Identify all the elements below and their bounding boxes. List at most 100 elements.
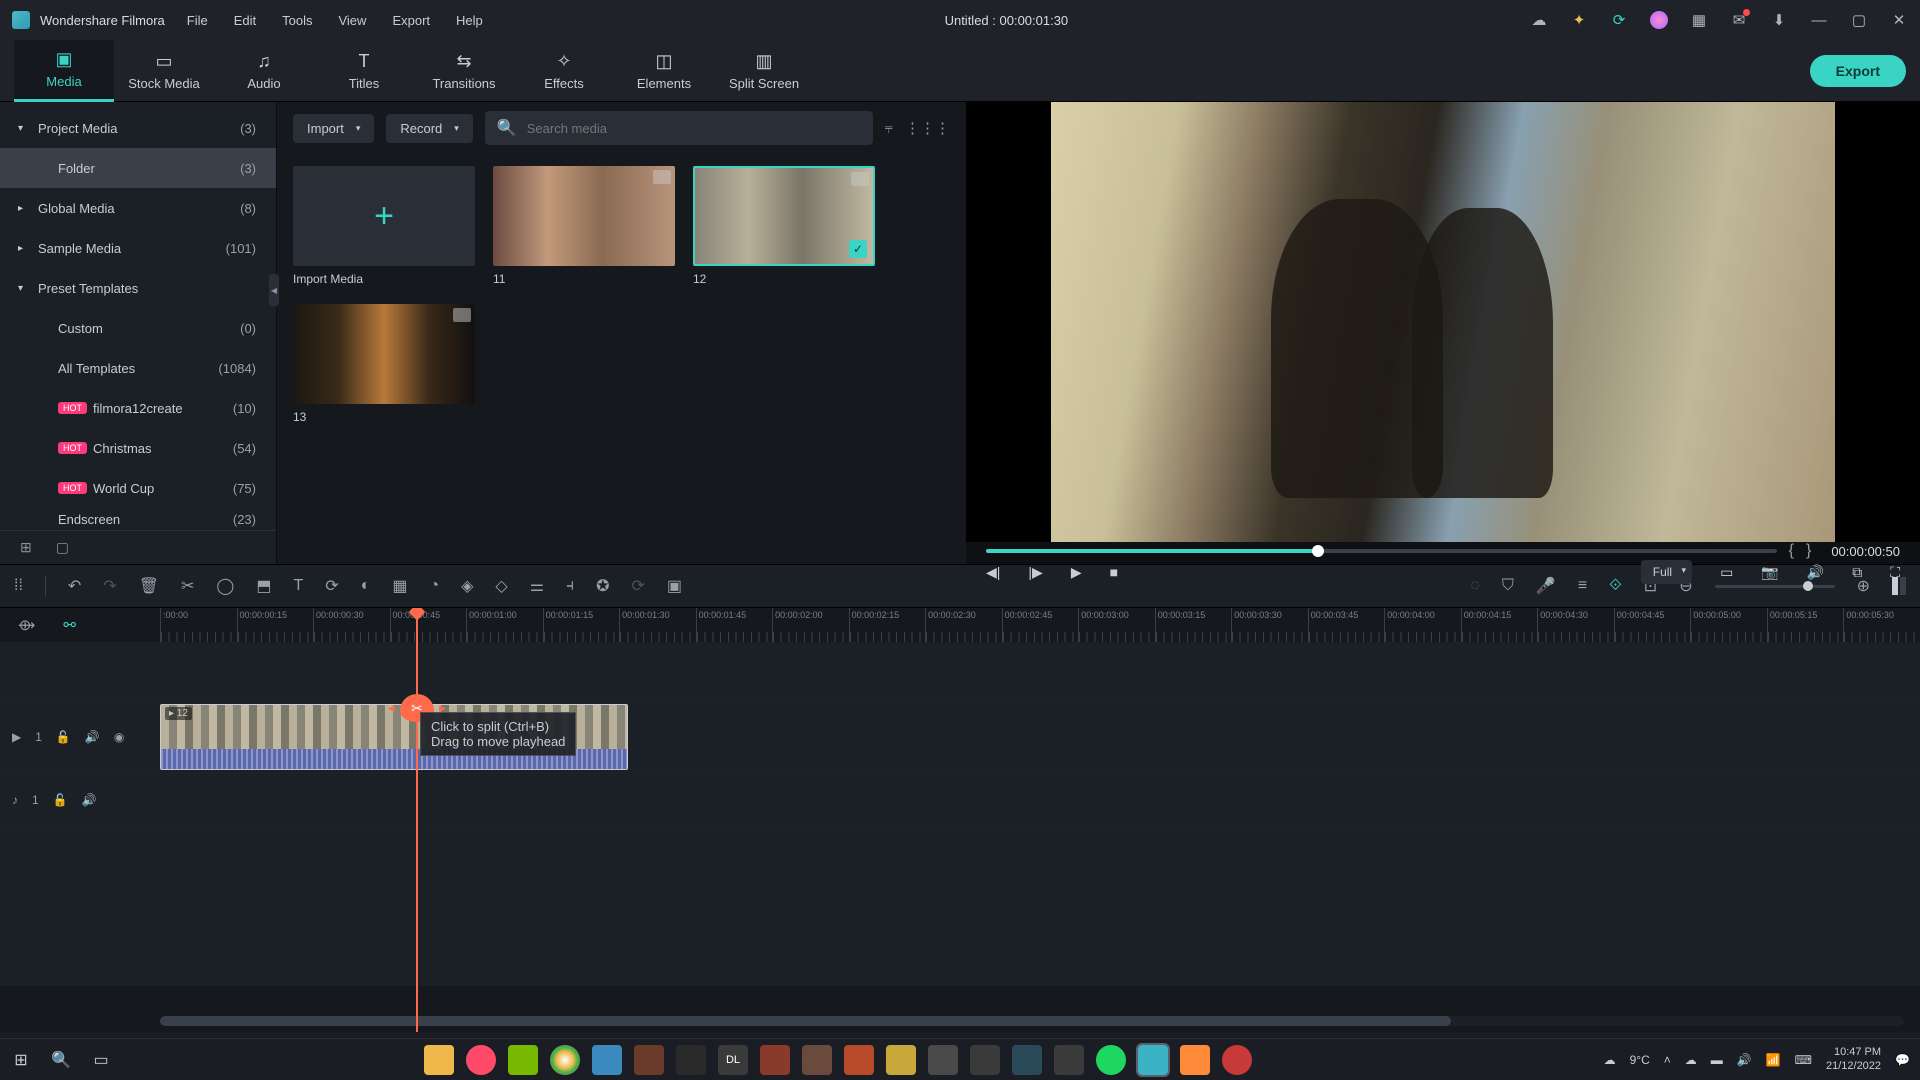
playlist-icon[interactable]: ≡	[1578, 577, 1587, 595]
tab-elements[interactable]: ◫Elements	[614, 40, 714, 102]
app-steam[interactable]	[592, 1045, 622, 1075]
tray-cloud-icon[interactable]: ☁	[1685, 1053, 1697, 1067]
split-tool-icon[interactable]: ✂	[181, 576, 194, 596]
speed-icon[interactable]: ⟳	[325, 576, 338, 596]
playhead-marker[interactable]	[416, 608, 418, 642]
options-icon[interactable]: ⁞⁞	[14, 577, 23, 595]
keyframe-icon[interactable]: ◇	[495, 576, 507, 596]
app-vlc[interactable]	[1180, 1045, 1210, 1075]
minimize-icon[interactable]: ―	[1810, 11, 1828, 29]
tray-lang-icon[interactable]: ⌨	[1795, 1053, 1812, 1067]
tab-titles[interactable]: TTitles	[314, 40, 414, 102]
tab-audio[interactable]: ♫Audio	[214, 40, 314, 102]
menu-edit[interactable]: Edit	[234, 13, 256, 28]
locate-icon[interactable]: ⟴	[18, 616, 35, 634]
menu-file[interactable]: File	[187, 13, 208, 28]
import-media-tile[interactable]: + Import Media	[293, 166, 475, 286]
preview-viewport[interactable]	[966, 102, 1920, 542]
marker-icon[interactable]: ◌	[1470, 577, 1480, 595]
export-button[interactable]: Export	[1810, 55, 1906, 87]
add-marker-icon[interactable]: ▣	[667, 576, 682, 596]
mute-icon[interactable]: 🔊	[85, 730, 100, 744]
color-icon[interactable]: ◐	[361, 577, 371, 595]
message-icon[interactable]: ✉	[1730, 11, 1748, 29]
notifications-icon[interactable]: 💬	[1895, 1053, 1910, 1067]
record-dropdown[interactable]: Record▾	[386, 114, 472, 143]
lock-icon[interactable]: 🔓	[53, 793, 68, 807]
text-icon[interactable]: T	[293, 577, 303, 595]
visibility-icon[interactable]: ◉	[114, 730, 124, 744]
app-spotify[interactable]	[1096, 1045, 1126, 1075]
filter-icon[interactable]: ⫧	[885, 120, 893, 137]
audio-track-icon[interactable]: ♪	[12, 793, 18, 807]
sidebar-item[interactable]: Project Media(3)	[0, 108, 276, 148]
snap-icon[interactable]: ⟐	[1609, 577, 1622, 595]
tab-stock-media[interactable]: ▭Stock Media	[114, 40, 214, 102]
idea-icon[interactable]: ✦	[1570, 11, 1588, 29]
step-play-icon[interactable]: |▶	[1028, 564, 1042, 581]
undo-icon[interactable]: ↶	[68, 576, 81, 596]
sidebar-item[interactable]: Folder(3)	[0, 148, 276, 188]
sidebar-item[interactable]: HOTWorld Cup(75)	[0, 468, 276, 508]
sidebar-item[interactable]: HOTChristmas(54)	[0, 428, 276, 468]
prev-frame-icon[interactable]: ◀|	[986, 564, 1000, 581]
sidebar-item[interactable]: Endscreen(23)	[0, 508, 276, 530]
sidebar-item[interactable]: Sample Media(101)	[0, 228, 276, 268]
zoom-in-icon[interactable]: ⊕	[1857, 576, 1870, 596]
system-clock[interactable]: 10:47 PM 21/12/2022	[1826, 1046, 1881, 1072]
tab-transitions[interactable]: ⇆Transitions	[414, 40, 514, 102]
app-game5[interactable]	[844, 1045, 874, 1075]
app-nvidia[interactable]	[508, 1045, 538, 1075]
detect-icon[interactable]: ◈	[461, 576, 473, 596]
render-icon[interactable]: ⟳	[632, 576, 645, 596]
scrubber-thumb[interactable]	[1312, 545, 1324, 557]
menu-view[interactable]: View	[338, 13, 366, 28]
media-item-11[interactable]: 11	[493, 166, 675, 286]
menu-export[interactable]: Export	[392, 13, 430, 28]
tray-volume-icon[interactable]: 🔊	[1737, 1053, 1752, 1067]
app-game7[interactable]	[928, 1045, 958, 1075]
delete-icon[interactable]: 🗑	[139, 576, 159, 596]
tray-chevron-icon[interactable]: ˄	[1664, 1053, 1671, 1067]
app-other[interactable]	[1222, 1045, 1252, 1075]
ruler-track[interactable]: :00:0000:00:00:1500:00:00:3000:00:00:450…	[160, 608, 1920, 642]
app-game3[interactable]	[760, 1045, 790, 1075]
play-icon[interactable]: ▶	[1071, 564, 1082, 581]
menu-help[interactable]: Help	[456, 13, 483, 28]
app-dl[interactable]: DL	[718, 1045, 748, 1075]
sidebar-item[interactable]: Global Media(8)	[0, 188, 276, 228]
track-height-toggle[interactable]	[1892, 577, 1906, 595]
mute-icon[interactable]: 🔊	[82, 793, 97, 807]
cloud-icon[interactable]: ☁	[1530, 11, 1548, 29]
zoom-slider[interactable]	[1715, 585, 1835, 588]
volume-icon[interactable]: 🔊	[1807, 564, 1824, 581]
app-opera[interactable]	[466, 1045, 496, 1075]
sidebar-item[interactable]: All Templates(1084)	[0, 348, 276, 388]
app-game10[interactable]	[1054, 1045, 1084, 1075]
lock-icon[interactable]: 🔓	[56, 730, 71, 744]
adjust-icon[interactable]: ⚌	[530, 576, 544, 596]
mask-icon[interactable]: ◯	[216, 576, 234, 596]
mic-icon[interactable]: 🎤	[1536, 576, 1556, 596]
greenscreen-icon[interactable]: ▦	[392, 576, 407, 596]
mark-out-icon[interactable]: }	[1806, 542, 1811, 560]
media-item-12[interactable]: ✓ 12	[693, 166, 875, 286]
timeline-scrollbar[interactable]	[160, 1016, 1904, 1026]
tray-battery-icon[interactable]: ▬	[1711, 1053, 1723, 1067]
duration-icon[interactable]: ◔	[429, 577, 439, 595]
download-icon[interactable]: ⬇	[1770, 11, 1788, 29]
folder-open-icon[interactable]: ▢	[56, 539, 69, 556]
link-icon[interactable]: ⚯	[63, 616, 76, 634]
redo-icon[interactable]: ↷	[103, 576, 116, 596]
start-icon[interactable]: ⊞	[10, 1049, 32, 1071]
preview-scrubber[interactable]	[986, 549, 1777, 553]
app-game8[interactable]	[970, 1045, 1000, 1075]
save-icon[interactable]: ▦	[1690, 11, 1708, 29]
search-taskbar-icon[interactable]: 🔍	[50, 1049, 72, 1071]
snapshot-icon[interactable]: 📷	[1761, 564, 1778, 581]
app-explorer[interactable]	[424, 1045, 454, 1075]
mixer-icon[interactable]: ⫞	[566, 577, 574, 595]
tray-wifi-icon[interactable]: 📶	[1766, 1053, 1781, 1067]
stop-icon[interactable]: ■	[1110, 564, 1118, 580]
quality-select[interactable]: Full	[1641, 560, 1692, 584]
